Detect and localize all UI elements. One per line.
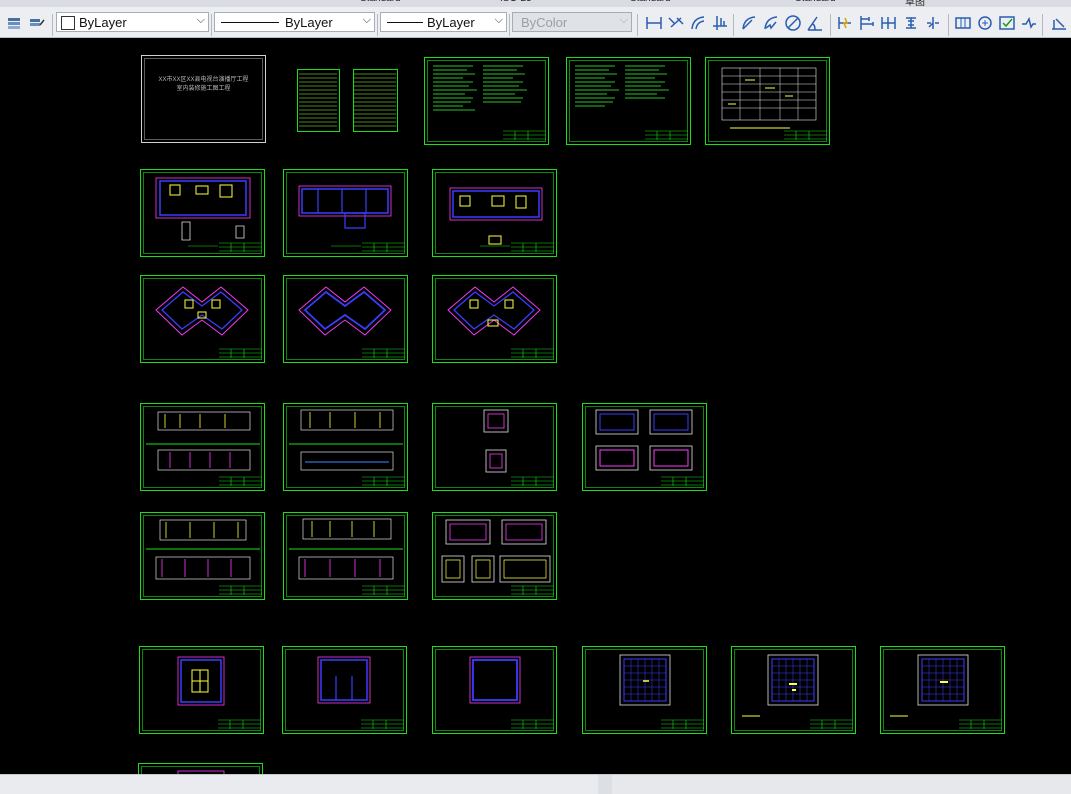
color-swatch (61, 16, 75, 30)
toolbar-separator (509, 14, 510, 36)
linetype-combo-value: ByLayer (285, 15, 333, 30)
title-blocks-row1 (503, 130, 827, 140)
title-blocks-row6 (218, 719, 1002, 729)
inspect-icon[interactable] (998, 14, 1016, 32)
text-style-combo[interactable]: Standard (360, 0, 401, 5)
quick-dim-icon[interactable] (836, 14, 854, 32)
ordinate-dim-icon[interactable] (711, 14, 729, 32)
lineweight-preview (387, 22, 423, 23)
jogged-linear-icon[interactable] (1020, 14, 1038, 32)
properties-toolbar: ByLayer ⌵ ByLayer ⌵ ByLayer ⌵ ByColor ⌵ (0, 7, 1071, 38)
chevron-down-icon: ⌵ (619, 14, 628, 26)
partial-sheet (138, 763, 263, 774)
cover-sheet-title: XX市XX区XX县电视台演播厅工程 室内装修施工图工程 (141, 55, 266, 143)
toolbar-separator (830, 14, 831, 36)
dim-style-combo[interactable]: ISO-25 (500, 0, 532, 5)
plotstyle-combo: ByColor ⌵ (512, 12, 632, 32)
drawing-viewport[interactable]: XX市XX区XX县电视台演播厅工程 室内装修施工图工程 (0, 38, 1071, 774)
dim-space-icon[interactable] (902, 14, 920, 32)
chevron-down-icon: ⌵ (494, 14, 503, 26)
angled-plan-sheets (140, 275, 557, 363)
toolbar-separator (52, 14, 53, 36)
linetype-preview (221, 22, 279, 23)
lineweight-combo[interactable]: ByLayer ⌵ (380, 12, 507, 32)
diameter-dim-icon[interactable] (784, 14, 802, 32)
dim-edit-icon[interactable] (1050, 14, 1068, 32)
tolerance-icon[interactable] (954, 14, 972, 32)
toolbar-separator (637, 14, 638, 36)
elevation-sheets (140, 403, 707, 491)
jogged-dim-icon[interactable] (762, 14, 780, 32)
color-combo-value: ByLayer (79, 15, 127, 30)
room-detail-sheets (139, 646, 1005, 734)
aligned-dim-icon[interactable] (667, 14, 685, 32)
workspace-combo[interactable]: 草图 (905, 0, 925, 7)
toolbar-separator (377, 14, 378, 36)
chevron-down-icon: ⌵ (196, 14, 205, 26)
layer-state-icon[interactable] (28, 15, 46, 31)
toolbar-separator (1042, 14, 1043, 36)
cover-title-line1: XX市XX区XX县电视台演播厅工程 (158, 77, 249, 83)
status-splitter (598, 775, 612, 794)
cover-title-line2: 室内装修施工图工程 (176, 86, 231, 92)
radius-dim-icon[interactable] (740, 14, 758, 32)
baseline-dim-icon[interactable] (858, 14, 876, 32)
layer-properties-icon[interactable] (6, 15, 24, 31)
drawing-canvas (138, 55, 1005, 774)
linetype-combo[interactable]: ByLayer ⌵ (214, 12, 375, 32)
continue-dim-icon[interactable] (880, 14, 898, 32)
center-mark-icon[interactable] (976, 14, 994, 32)
mleader-style-combo[interactable]: Standard (795, 0, 836, 5)
linear-dim-icon[interactable] (645, 14, 663, 32)
table-style-combo[interactable]: Standard (630, 0, 671, 5)
toolbar-separator (733, 14, 734, 36)
plotstyle-combo-value: ByColor (521, 15, 568, 30)
title-blocks-row5 (219, 585, 554, 595)
toolbar-separator (211, 14, 212, 36)
section-sheets (140, 512, 557, 600)
title-blocks-row4 (219, 476, 704, 486)
toolbar-separator (948, 14, 949, 36)
drawing-index-sheet (297, 69, 398, 132)
floor-plan-sheets (140, 169, 557, 257)
dim-break-icon[interactable] (924, 14, 942, 32)
status-bar (0, 774, 1071, 794)
chevron-down-icon: ⌵ (362, 14, 371, 26)
design-notes-sheets (424, 57, 830, 145)
arc-length-dim-icon[interactable] (689, 14, 707, 32)
title-blocks-row3 (219, 348, 554, 358)
angular-dim-icon[interactable] (806, 14, 824, 32)
lineweight-combo-value: ByLayer (427, 15, 475, 30)
command-line[interactable] (0, 775, 598, 794)
color-combo[interactable]: ByLayer ⌵ (56, 12, 209, 32)
